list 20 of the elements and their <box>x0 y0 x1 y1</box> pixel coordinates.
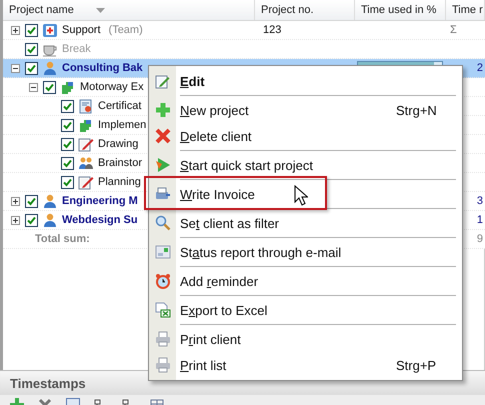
project-name: Engineering M <box>62 195 138 207</box>
time-value: 3 <box>476 195 483 207</box>
total-value: 9 <box>476 233 483 245</box>
time-value: 2 <box>476 62 483 74</box>
project-name: Brainstor <box>98 157 142 169</box>
project-name: Implemen <box>98 119 146 131</box>
sum-symbol: Σ <box>450 24 457 36</box>
time-value: 1 <box>476 214 483 226</box>
panel-title: Timestamps <box>10 376 86 390</box>
project-number: 123 <box>263 24 282 36</box>
team-label: (Team) <box>108 24 143 36</box>
project-name: Webdesign Su <box>62 214 138 226</box>
project-name: Consulting Bak <box>62 62 143 74</box>
project-name: Break <box>62 43 91 55</box>
project-name: Planning <box>98 176 141 188</box>
project-name: Support <box>62 24 101 36</box>
project-name: Certificat <box>98 100 142 112</box>
total-label: Total sum: <box>35 233 90 245</box>
project-name: Drawing <box>98 138 138 150</box>
project-name: Motorway Ex <box>80 81 144 93</box>
